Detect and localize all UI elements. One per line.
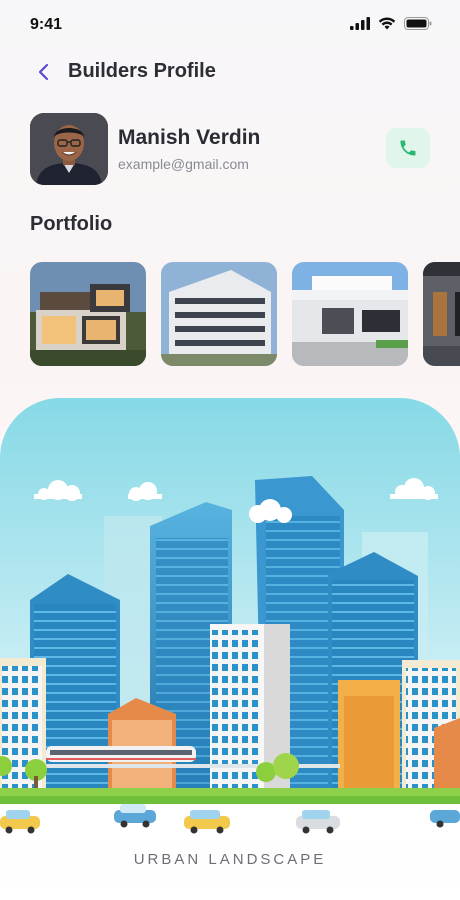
status-time: 9:41 [30, 16, 63, 33]
back-button[interactable] [32, 60, 56, 84]
banner-caption: URBAN LANDSCAPE [133, 851, 327, 868]
phone-icon [400, 140, 416, 156]
page-title: Builders Profile [68, 60, 216, 82]
status-bar: 9:41 [0, 0, 460, 50]
signal-icon [350, 17, 370, 30]
call-button[interactable] [386, 128, 430, 168]
battery-icon [404, 17, 432, 30]
wifi-icon [378, 17, 396, 30]
status-icons [350, 17, 432, 30]
builder-name: Manish Verdin [118, 126, 261, 149]
builder-profile-card: Manish Verdin example@gmail.com [30, 113, 430, 185]
portfolio-heading: Portfolio [30, 213, 113, 235]
urban-landscape-illustration [0, 398, 460, 840]
header: Builders Profile [0, 58, 460, 88]
chevron-left-icon [38, 63, 49, 81]
avatar [30, 113, 108, 185]
portfolio-image-garage-villa[interactable] [292, 262, 408, 366]
portfolio-carousel[interactable] [30, 262, 460, 366]
portfolio-image-dark-building[interactable] [423, 262, 460, 366]
builder-email: example@gmail.com [118, 156, 249, 172]
portfolio-image-modern-house[interactable] [30, 262, 146, 366]
portfolio-image-apartment-block[interactable] [161, 262, 277, 366]
